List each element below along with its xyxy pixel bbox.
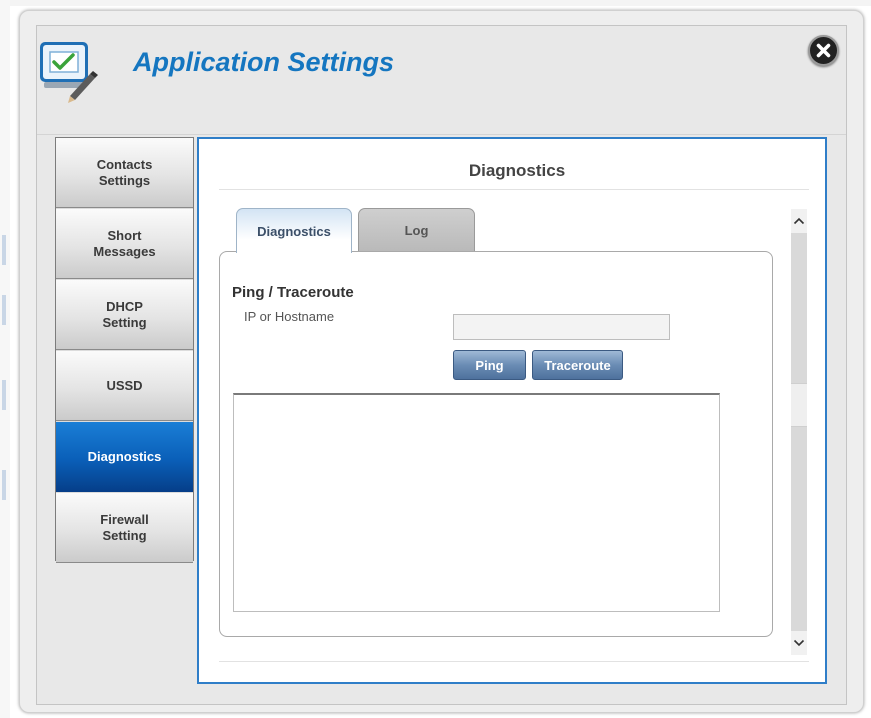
tab-diagnostics[interactable]: Diagnostics	[236, 208, 352, 253]
traceroute-button[interactable]: Traceroute	[532, 350, 623, 380]
bottom-divider	[219, 661, 809, 662]
settings-checklist-icon	[34, 38, 100, 104]
tab-log[interactable]: Log	[358, 208, 475, 252]
section-title: Ping / Traceroute	[232, 284, 354, 301]
ping-button[interactable]: Ping	[453, 350, 526, 380]
ip-hostname-label: IP or Hostname	[244, 309, 335, 324]
sidebar-item-diagnostics[interactable]: Diagnostics	[56, 422, 193, 492]
diagnostics-panel: Diagnostics Diagnostics Log Ping / Trace…	[197, 137, 827, 684]
sidebar-item-firewall-setting[interactable]: Firewall Setting	[56, 493, 193, 563]
sidebar-item-contacts-settings[interactable]: Contacts Settings	[56, 138, 193, 208]
ip-hostname-input[interactable]	[453, 314, 670, 340]
diagnostics-output[interactable]	[233, 393, 720, 612]
chevron-down-icon	[793, 639, 805, 647]
close-icon	[816, 43, 831, 58]
page-background-strip	[0, 0, 871, 6]
scroll-up-button[interactable]	[791, 209, 807, 233]
sidebar-item-ussd[interactable]: USSD	[56, 351, 193, 421]
sidebar-item-dhcp-setting[interactable]: DHCP Setting	[56, 280, 193, 350]
close-button[interactable]	[808, 35, 839, 66]
chevron-up-icon	[793, 217, 805, 225]
panel-title: Diagnostics	[199, 161, 827, 181]
sidebar-item-short-messages[interactable]: Short Messages	[56, 209, 193, 279]
scrollbar[interactable]	[791, 209, 807, 655]
page-background-edge	[0, 0, 10, 718]
dialog-title: Application Settings	[133, 47, 395, 77]
title-divider	[219, 189, 809, 190]
panel-title-text: Diagnostics	[468, 161, 566, 180]
settings-sidebar: Contacts Settings Short Messages DHCP Se…	[55, 137, 194, 563]
header-divider	[37, 134, 846, 135]
scroll-down-button[interactable]	[791, 631, 807, 655]
tab-content: Ping / Traceroute IP or Hostname Ping Tr…	[219, 251, 773, 637]
scrollbar-thumb[interactable]	[791, 383, 807, 427]
